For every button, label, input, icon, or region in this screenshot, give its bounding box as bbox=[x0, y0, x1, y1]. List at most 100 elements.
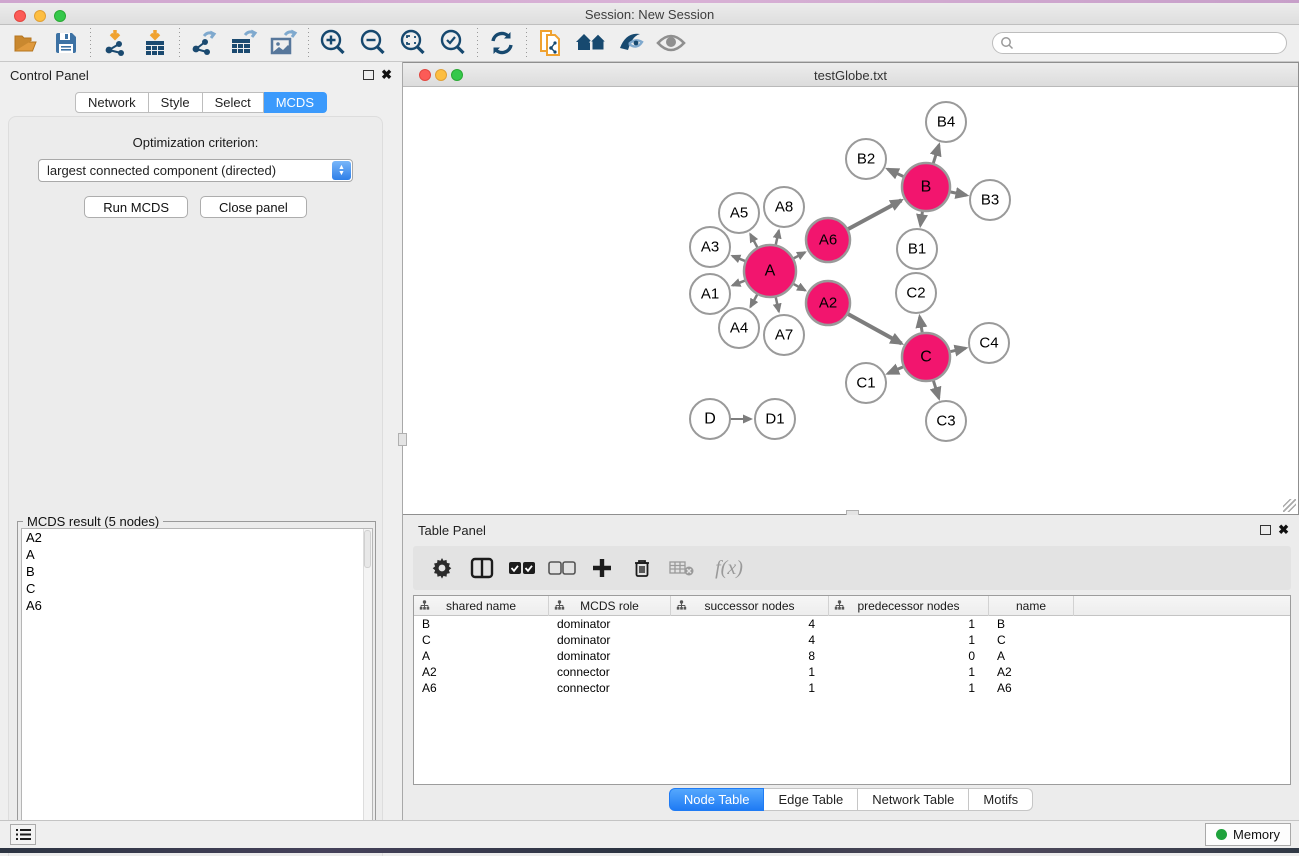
edge-A2-C[interactable] bbox=[847, 314, 901, 344]
edge-B-B2[interactable] bbox=[888, 169, 905, 177]
edge-A-A4[interactable] bbox=[750, 294, 757, 307]
cell-shared-name[interactable]: A bbox=[414, 648, 549, 664]
mcds-result-item[interactable]: C bbox=[22, 580, 372, 597]
edge-B-B4[interactable] bbox=[933, 145, 939, 164]
settings-gear-icon[interactable] bbox=[425, 551, 459, 585]
add-column-icon[interactable] bbox=[585, 551, 619, 585]
float-table-panel-icon[interactable] bbox=[1260, 525, 1271, 535]
export-network-icon[interactable] bbox=[184, 27, 224, 59]
function-builder-icon[interactable]: f(x) bbox=[705, 551, 753, 585]
save-session-icon[interactable] bbox=[46, 27, 86, 59]
column-header-name[interactable]: name bbox=[989, 596, 1074, 616]
edge-A-A7[interactable] bbox=[776, 296, 779, 311]
edge-B-B1[interactable] bbox=[920, 211, 922, 225]
tab-network-table[interactable]: Network Table bbox=[858, 788, 969, 811]
table-row[interactable]: A6connector11A6 bbox=[414, 680, 1290, 696]
cell-shared-name[interactable]: A6 bbox=[414, 680, 549, 696]
zoom-out-icon[interactable] bbox=[353, 27, 393, 59]
cell-successor-nodes[interactable]: 1 bbox=[671, 664, 829, 680]
node-A6[interactable]: A6 bbox=[806, 218, 850, 262]
node-A3[interactable]: A3 bbox=[690, 227, 730, 267]
search-box[interactable] bbox=[992, 32, 1287, 54]
edge-A6-B[interactable] bbox=[847, 200, 901, 229]
zoom-selected-icon[interactable] bbox=[433, 27, 473, 59]
refresh-icon[interactable] bbox=[482, 27, 522, 59]
edge-A-A2[interactable] bbox=[793, 284, 805, 291]
edge-A-A5[interactable] bbox=[750, 234, 757, 248]
column-header-MCDS-role[interactable]: MCDS role bbox=[549, 596, 671, 616]
mcds-result-item[interactable]: A2 bbox=[22, 529, 372, 546]
table-row[interactable]: Bdominator41B bbox=[414, 616, 1290, 632]
cell-name[interactable]: B bbox=[989, 616, 1074, 632]
cell-name[interactable]: A6 bbox=[989, 680, 1074, 696]
close-panel-button[interactable]: Close panel bbox=[200, 196, 307, 218]
tab-mcds[interactable]: MCDS bbox=[264, 92, 327, 113]
node-B1[interactable]: B1 bbox=[897, 229, 937, 269]
tab-select[interactable]: Select bbox=[203, 92, 264, 113]
run-mcds-button[interactable]: Run MCDS bbox=[84, 196, 188, 218]
deselect-all-checkbox-icon[interactable] bbox=[545, 551, 579, 585]
zoom-fit-icon[interactable] bbox=[393, 27, 433, 59]
home-icon[interactable] bbox=[571, 27, 611, 59]
node-C2[interactable]: C2 bbox=[896, 273, 936, 313]
cell-MCDS-role[interactable]: connector bbox=[549, 664, 671, 680]
cell-name[interactable]: A bbox=[989, 648, 1074, 664]
cell-successor-nodes[interactable]: 8 bbox=[671, 648, 829, 664]
cell-predecessor-nodes[interactable]: 1 bbox=[829, 664, 989, 680]
node-A4[interactable]: A4 bbox=[719, 308, 759, 348]
cell-successor-nodes[interactable]: 4 bbox=[671, 616, 829, 632]
edge-C-C3[interactable] bbox=[933, 380, 939, 398]
mcds-result-item[interactable]: A bbox=[22, 546, 372, 563]
node-C4[interactable]: C4 bbox=[969, 323, 1009, 363]
app-titlebar[interactable]: Session: New Session bbox=[0, 3, 1299, 25]
zoom-in-icon[interactable] bbox=[313, 27, 353, 59]
table-row[interactable]: Cdominator41C bbox=[414, 632, 1290, 648]
node-table[interactable]: shared nameMCDS rolesuccessor nodesprede… bbox=[413, 595, 1291, 785]
edge-B-B3[interactable] bbox=[950, 192, 967, 195]
edge-A-A3[interactable] bbox=[732, 256, 746, 261]
node-D[interactable]: D bbox=[690, 399, 730, 439]
tab-style[interactable]: Style bbox=[149, 92, 203, 113]
edge-A-A8[interactable] bbox=[776, 230, 779, 245]
memory-button[interactable]: Memory bbox=[1205, 823, 1291, 846]
close-table-panel-icon[interactable]: ✖ bbox=[1278, 522, 1289, 538]
column-header-successor-nodes[interactable]: successor nodes bbox=[671, 596, 829, 616]
optimization-criterion-dropdown[interactable]: largest connected component (directed) ▲… bbox=[38, 159, 353, 182]
cell-name[interactable]: C bbox=[989, 632, 1074, 648]
export-table-icon[interactable] bbox=[224, 27, 264, 59]
cell-name[interactable]: A2 bbox=[989, 664, 1074, 680]
mcds-result-list[interactable]: A2ABCA6 bbox=[21, 528, 373, 848]
cell-shared-name[interactable]: C bbox=[414, 632, 549, 648]
resize-grip-icon[interactable] bbox=[1283, 499, 1296, 512]
cell-successor-nodes[interactable]: 1 bbox=[671, 680, 829, 696]
cell-MCDS-role[interactable]: dominator bbox=[549, 632, 671, 648]
search-input[interactable] bbox=[1014, 34, 1286, 52]
edge-C-C2[interactable] bbox=[920, 317, 923, 334]
column-layout-icon[interactable] bbox=[465, 551, 499, 585]
show-style-icon[interactable] bbox=[611, 27, 651, 59]
import-table-icon[interactable] bbox=[135, 27, 175, 59]
node-A7[interactable]: A7 bbox=[764, 315, 804, 355]
cell-MCDS-role[interactable]: connector bbox=[549, 680, 671, 696]
node-A[interactable]: A bbox=[744, 245, 796, 297]
node-A5[interactable]: A5 bbox=[719, 193, 759, 233]
cell-MCDS-role[interactable]: dominator bbox=[549, 616, 671, 632]
cell-shared-name[interactable]: A2 bbox=[414, 664, 549, 680]
column-header-shared-name[interactable]: shared name bbox=[414, 596, 549, 616]
edge-A-A1[interactable] bbox=[732, 280, 745, 285]
node-A8[interactable]: A8 bbox=[764, 187, 804, 227]
show-hide-icon[interactable] bbox=[651, 27, 691, 59]
tab-network[interactable]: Network bbox=[75, 92, 149, 113]
edge-C-C4[interactable] bbox=[949, 348, 965, 352]
tab-node-table[interactable]: Node Table bbox=[669, 788, 765, 811]
network-window-titlebar[interactable]: testGlobe.txt bbox=[403, 63, 1298, 87]
node-D1[interactable]: D1 bbox=[755, 399, 795, 439]
node-B[interactable]: B bbox=[902, 163, 950, 211]
node-B3[interactable]: B3 bbox=[970, 180, 1010, 220]
edge-C-C1[interactable] bbox=[888, 367, 904, 374]
cell-shared-name[interactable]: B bbox=[414, 616, 549, 632]
select-all-checkbox-icon[interactable] bbox=[505, 551, 539, 585]
node-C3[interactable]: C3 bbox=[926, 401, 966, 441]
float-panel-icon[interactable] bbox=[363, 70, 374, 80]
delete-icon[interactable] bbox=[625, 551, 659, 585]
